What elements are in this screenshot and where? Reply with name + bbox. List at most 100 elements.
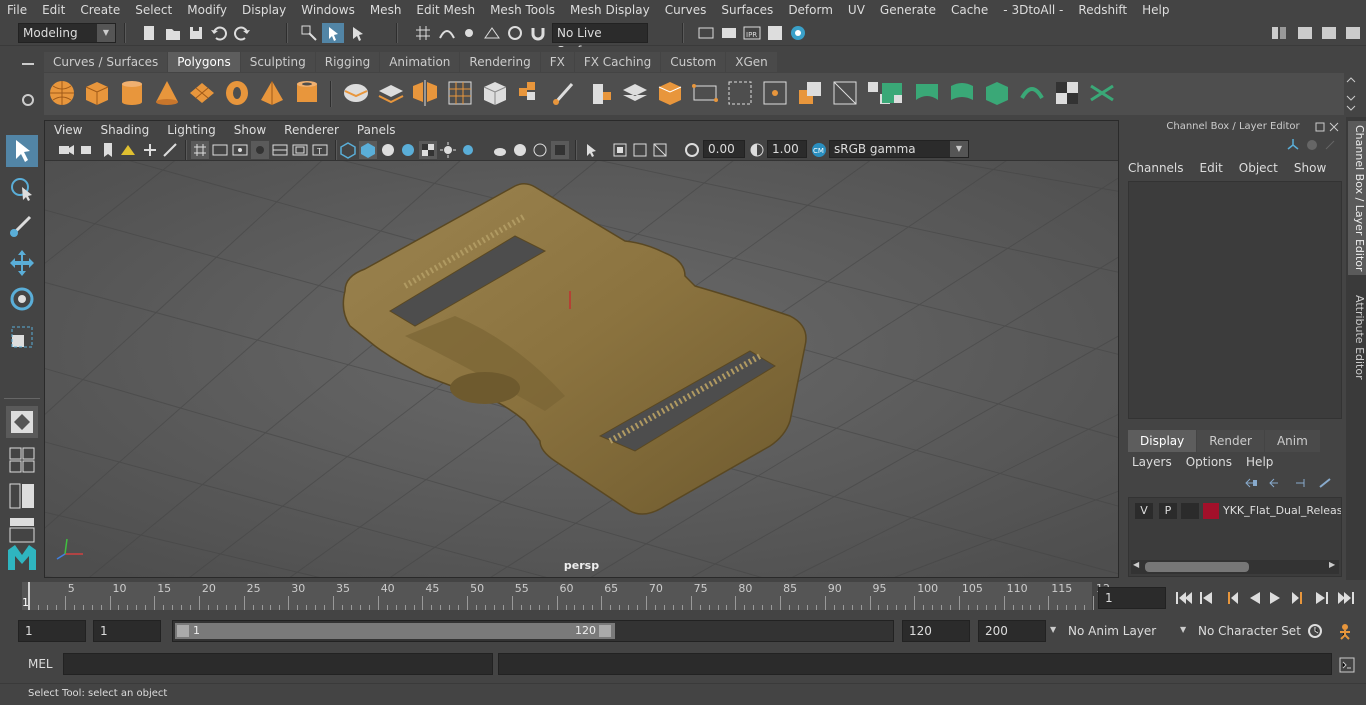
menu-cache[interactable]: Cache [944, 3, 996, 17]
color-management-icon[interactable]: CM [810, 141, 828, 159]
motion-blur-icon[interactable] [511, 141, 529, 159]
viewport-menu-shading[interactable]: Shading [91, 123, 158, 137]
default-material-icon[interactable] [379, 141, 397, 159]
shelf-tab-fx-caching[interactable]: FX Caching [574, 52, 661, 72]
layer-menu-help[interactable]: Help [1246, 455, 1273, 471]
start-time-field[interactable]: 1 [18, 620, 86, 642]
menu-deform[interactable]: Deform [781, 3, 841, 17]
merge-icon[interactable] [795, 78, 825, 108]
lasso-tool-icon[interactable] [6, 173, 38, 205]
command-input[interactable] [63, 653, 493, 675]
channel-list[interactable] [1128, 181, 1342, 419]
layer-name[interactable]: YKK_Flat_Dual_Release [1223, 503, 1341, 519]
shelf-tab-animation[interactable]: Animation [380, 52, 460, 72]
exposure-icon[interactable] [683, 141, 701, 159]
separate-icon[interactable] [376, 78, 406, 108]
layer-tab-render[interactable]: Render [1197, 430, 1264, 452]
shelf-tab-curves-surfaces[interactable]: Curves / Surfaces [44, 52, 168, 72]
tab-channel-box[interactable]: Channel Box / Layer Editor [1348, 121, 1366, 275]
shelf-menu-icon[interactable] [20, 59, 36, 69]
layer-color-swatch[interactable] [1203, 503, 1219, 519]
menu-display[interactable]: Display [235, 3, 294, 17]
shelf-tab-rendering[interactable]: Rendering [460, 52, 540, 72]
render-settings-icon[interactable] [766, 24, 784, 42]
menu-mesh-display[interactable]: Mesh Display [563, 3, 658, 17]
sidebar-icon[interactable] [1296, 24, 1314, 42]
step-forward-key-icon[interactable] [1316, 592, 1328, 604]
shelf-tab-sculpting[interactable]: Sculpting [240, 52, 315, 72]
extrude-icon[interactable] [585, 78, 615, 108]
menu-curves[interactable]: Curves [658, 3, 715, 17]
color-space-selector[interactable]: sRGB gamma ▼ [829, 140, 969, 158]
step-back-frame-icon[interactable] [1228, 592, 1238, 604]
combine-icon[interactable] [341, 78, 371, 108]
outliner-layout-icon[interactable] [6, 480, 38, 512]
shelf-tab-polygons[interactable]: Polygons [168, 52, 240, 72]
undo-icon[interactable] [210, 24, 228, 42]
depth-of-field-icon[interactable] [551, 141, 569, 159]
chevron-down-icon[interactable]: ▼ [1050, 625, 1056, 634]
chevron-down-icon[interactable]: ▼ [1180, 625, 1186, 634]
paint-select-icon[interactable] [6, 209, 38, 241]
move-tool-icon[interactable] [6, 247, 38, 279]
scroll-left-icon[interactable]: ◀ [1133, 560, 1139, 569]
four-view-layout-icon[interactable] [6, 444, 38, 476]
new-empty-layer-icon[interactable] [1294, 477, 1308, 489]
reduce-icon[interactable] [480, 78, 510, 108]
scale-tool-icon[interactable] [6, 321, 38, 353]
gate-mask-icon[interactable] [251, 141, 269, 159]
layer-scrollbar[interactable]: ◀ ▶ [1131, 560, 1339, 574]
layer-display-type[interactable] [1181, 503, 1199, 519]
bridge-icon[interactable] [655, 78, 685, 108]
channel-menu-show[interactable]: Show [1294, 161, 1334, 177]
script-editor-icon[interactable] [1338, 656, 1356, 674]
scrollbar-thumb[interactable] [1145, 562, 1249, 572]
select-component-icon[interactable] [348, 24, 366, 42]
new-scene-icon[interactable] [140, 24, 158, 42]
uv-sew-icon[interactable] [947, 78, 977, 108]
poly-pyramid-icon[interactable] [257, 78, 287, 108]
speed-icon[interactable] [1306, 139, 1318, 151]
anti-aliasing-icon[interactable] [531, 141, 549, 159]
sculpt-brush-icon[interactable] [550, 78, 580, 108]
layer-menu-layers[interactable]: Layers [1132, 455, 1172, 471]
workspace-panels-icon[interactable] [1270, 24, 1288, 42]
menu-mesh[interactable]: Mesh [363, 3, 410, 17]
step-back-key-icon[interactable] [1200, 592, 1212, 604]
gamma-field[interactable]: 1.00 [767, 140, 807, 158]
image-plane-icon[interactable] [119, 141, 137, 159]
safe-action-icon[interactable] [291, 141, 309, 159]
shelf-scroll-icon[interactable] [1346, 76, 1356, 112]
hypershade-icon[interactable] [789, 24, 807, 42]
render-view-icon[interactable] [697, 24, 715, 42]
ipr-render-icon[interactable]: IPR [743, 24, 761, 42]
new-layer-down-icon[interactable] [1268, 477, 1282, 489]
end-time-field[interactable]: 200 [978, 620, 1046, 642]
go-to-start-icon[interactable] [1176, 592, 1192, 604]
shelf-tab-rigging[interactable]: Rigging [315, 52, 380, 72]
snap-curve-icon[interactable] [438, 24, 456, 42]
textured-icon[interactable] [419, 141, 437, 159]
menu-file[interactable]: File [0, 3, 35, 17]
rotate-tool-icon[interactable] [6, 283, 38, 315]
gamma-icon[interactable] [748, 141, 766, 159]
snap-grid-icon[interactable] [414, 24, 432, 42]
play-backward-icon[interactable] [1250, 592, 1260, 604]
viewport-menu-renderer[interactable]: Renderer [275, 123, 348, 137]
uv-layout-icon[interactable] [1017, 78, 1047, 108]
range-end-handle[interactable] [599, 625, 611, 637]
range-start-handle[interactable] [177, 625, 189, 637]
uv-cut-icon[interactable] [912, 78, 942, 108]
target-weld-icon[interactable] [760, 78, 790, 108]
grease-pencil-icon[interactable] [161, 141, 179, 159]
range-bar-track[interactable]: 1 120 [172, 620, 894, 642]
menu-windows[interactable]: Windows [294, 3, 363, 17]
current-frame-field[interactable]: 1 [1098, 587, 1166, 609]
isolate-select-icon[interactable] [583, 141, 601, 159]
3d-scene-view[interactable]: persp [45, 161, 1118, 577]
select-hierarchy-icon[interactable] [300, 24, 318, 42]
snap-point-icon[interactable] [460, 24, 478, 42]
shelf-settings-icon[interactable] [20, 92, 36, 108]
xray-components-icon[interactable] [651, 141, 669, 159]
exposure-field[interactable]: 0.00 [703, 140, 745, 158]
